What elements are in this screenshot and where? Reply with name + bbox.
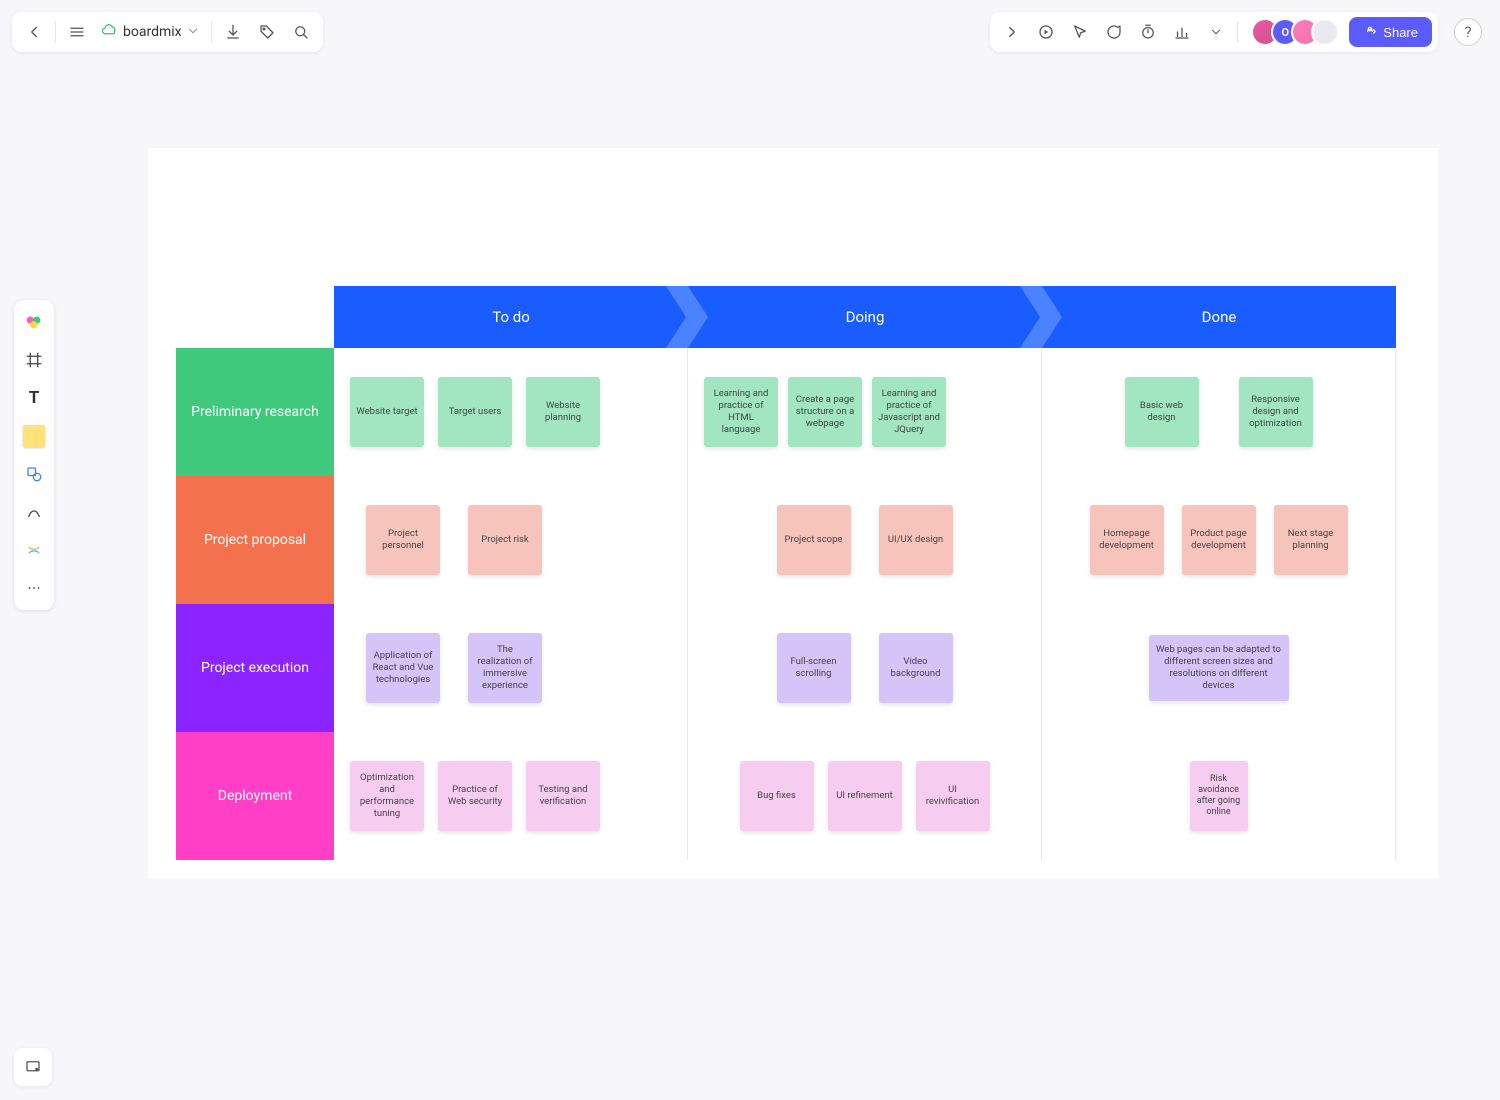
search-button[interactable] [285,16,317,48]
card[interactable]: Next stage planning [1274,505,1348,575]
share-label: Share [1383,25,1418,40]
board-cell[interactable]: Bug fixes UI refinement UI revivificatio… [688,732,1042,860]
column-header: To do [334,286,688,348]
card[interactable]: Optimization and performance tuning [350,761,424,831]
board-row: Deployment Optimization and performance … [176,732,1396,860]
more-tools[interactable] [18,572,50,604]
collaborator-avatars[interactable]: O [1251,18,1339,46]
card[interactable]: Video background [879,633,953,703]
card[interactable]: Risk avoidance after going online [1190,761,1248,831]
card[interactable]: Full-screen scrolling [777,633,851,703]
board-cell[interactable]: Application of React and Vue technologie… [334,604,688,732]
play-button[interactable] [1030,16,1062,48]
menu-button[interactable] [61,16,93,48]
row-label: Project execution [176,604,334,732]
column-header: Doing [688,286,1042,348]
cursor-button[interactable] [1064,16,1096,48]
row-label: Preliminary research [176,348,334,476]
board-cell[interactable]: Learning and practice of HTML language C… [688,348,1042,476]
card[interactable]: The realization of immersive experience [468,633,542,703]
board-cell[interactable]: Full-screen scrolling Video background [688,604,1042,732]
cloud-icon [101,21,119,43]
help-button[interactable]: ? [1454,18,1482,46]
expand-button[interactable] [996,16,1028,48]
row-label: Project proposal [176,476,334,604]
shape-tool[interactable] [18,458,50,490]
card[interactable]: Project risk [468,505,542,575]
card[interactable]: UI/UX design [879,505,953,575]
timer-button[interactable] [1132,16,1164,48]
kanban-board: To do Doing Done Preliminary research We… [176,286,1396,860]
card[interactable]: Project scope [777,505,851,575]
card[interactable]: Application of React and Vue technologie… [366,633,440,703]
row-label: Deployment [176,732,334,860]
card[interactable]: Responsive design and optimization [1239,377,1313,447]
comment-button[interactable] [1098,16,1130,48]
sticky-note-tool[interactable] [18,420,50,452]
board-cell[interactable]: Optimization and performance tuning Prac… [334,732,688,860]
board-row: Project execution Application of React a… [176,604,1396,732]
card[interactable]: UI revivification [916,761,990,831]
chevron-down-icon [186,23,200,42]
card[interactable]: Practice of Web security [438,761,512,831]
card[interactable]: Web pages can be adapted to different sc… [1149,635,1289,701]
column-header-row: To do Doing Done [176,286,1396,348]
card[interactable]: Product page development [1182,505,1256,575]
card[interactable]: Testing and verification [526,761,600,831]
card[interactable]: Learning and practice of Javascript and … [872,377,946,447]
card[interactable]: Learning and practice of HTML language [704,377,778,447]
board-cell[interactable]: Project personnel Project risk [334,476,688,604]
board-row: Project proposal Project personnel Proje… [176,476,1396,604]
card[interactable]: Create a page structure on a webpage [788,377,862,447]
tag-button[interactable] [251,16,283,48]
board-cell[interactable]: Risk avoidance after going online [1042,732,1396,860]
chart-button[interactable] [1166,16,1198,48]
brand-dropdown[interactable]: boardmix [95,16,206,48]
board-cell[interactable]: Project scope UI/UX design [688,476,1042,604]
more-button[interactable] [1200,16,1232,48]
tool-sidebar: T [14,300,54,610]
board-cell[interactable]: Website target Target users Website plan… [334,348,688,476]
board-row: Preliminary research Website target Targ… [176,348,1396,476]
board-cell[interactable]: Web pages can be adapted to different sc… [1042,604,1396,732]
card[interactable]: Website target [350,377,424,447]
board-cell[interactable]: Basic web design Responsive design and o… [1042,348,1396,476]
card[interactable]: UI refinement [828,761,902,831]
minimap-button[interactable] [14,1048,52,1086]
download-button[interactable] [217,16,249,48]
card[interactable]: Homepage development [1090,505,1164,575]
card[interactable]: Website planning [526,377,600,447]
back-button[interactable] [18,16,50,48]
board-cell[interactable]: Homepage development Product page develo… [1042,476,1396,604]
top-toolbar-right: O Share [990,12,1438,52]
canvas[interactable]: To do Doing Done Preliminary research We… [148,148,1438,878]
mindmap-tool[interactable] [18,534,50,566]
connector-tool[interactable] [18,496,50,528]
text-tool[interactable]: T [18,382,50,414]
card[interactable]: Bug fixes [740,761,814,831]
card[interactable]: Target users [438,377,512,447]
brand-name: boardmix [123,24,182,40]
card[interactable]: Project personnel [366,505,440,575]
avatar [1311,18,1339,46]
column-header: Done [1042,286,1396,348]
share-button[interactable]: Share [1349,17,1432,47]
top-toolbar-left: boardmix [12,12,323,52]
frame-tool[interactable] [18,344,50,376]
card[interactable]: Basic web design [1125,377,1199,447]
templates-tool[interactable] [18,306,50,338]
